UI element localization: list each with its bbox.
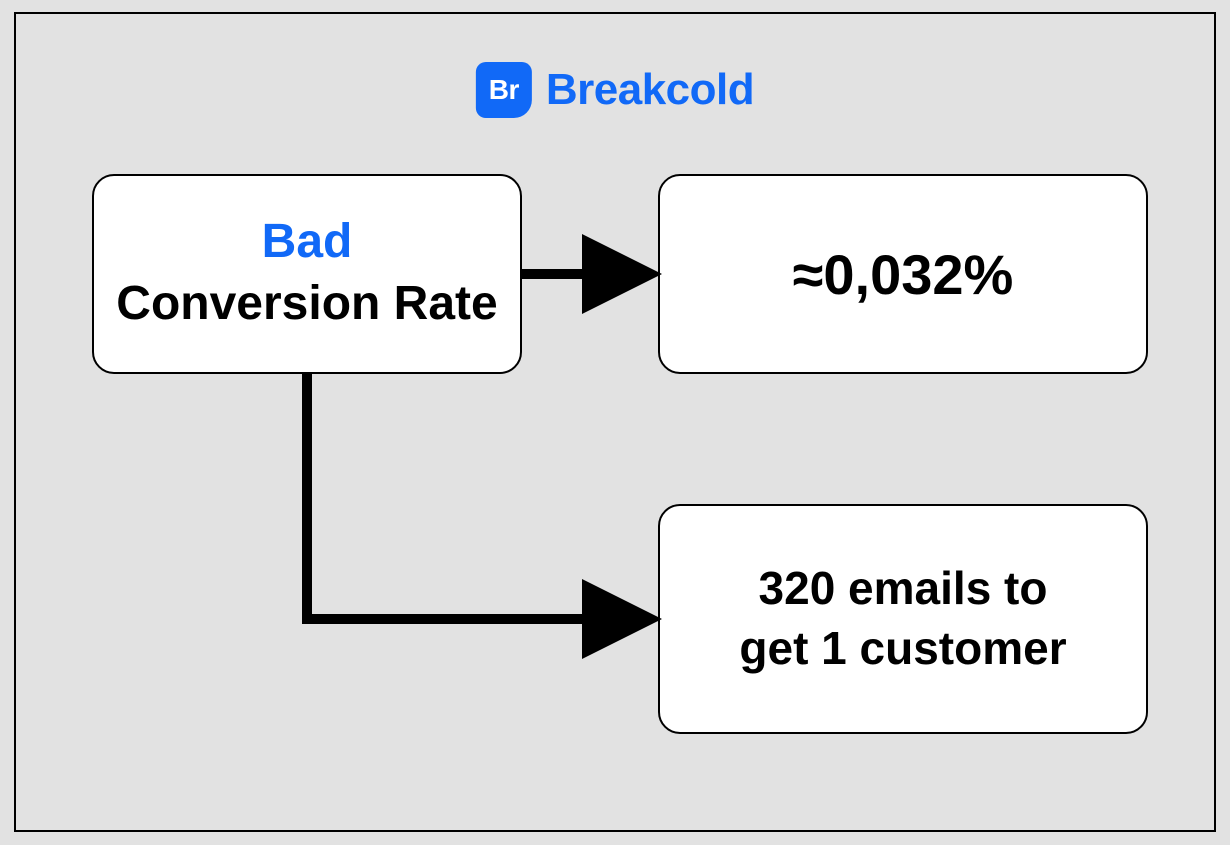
box-emails-per-customer: 320 emails to get 1 customer <box>658 504 1148 734</box>
brand-badge-text: Br <box>489 74 519 106</box>
emails-line1: 320 emails to <box>759 559 1048 619</box>
emails-line2: get 1 customer <box>739 619 1066 679</box>
brand-name: Breakcold <box>546 65 754 115</box>
value-percentage: ≈0,032% <box>793 242 1014 307</box>
box-bad-conversion-rate: Bad Conversion Rate <box>92 174 522 374</box>
brand-logo: Br Breakcold <box>476 62 754 118</box>
label-conversion-rate: Conversion Rate <box>116 275 497 333</box>
diagram-frame: Br Breakcold Bad Conversion Rate ≈0,032%… <box>14 12 1216 832</box>
label-bad: Bad <box>262 216 353 269</box>
brand-badge-icon: Br <box>476 62 532 118</box>
box-percentage: ≈0,032% <box>658 174 1148 374</box>
